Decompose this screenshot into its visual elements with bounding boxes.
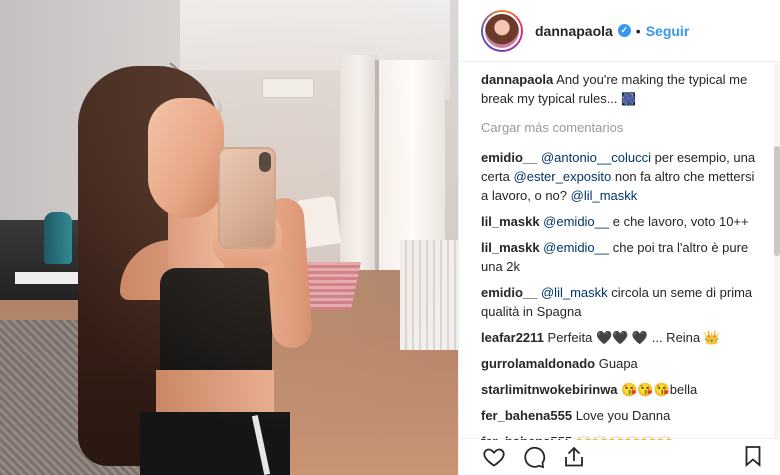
comment-rows: emidio__ @antonio__colucci per esempio, … [481,148,761,440]
comment-username[interactable]: emidio__ [481,285,537,300]
comment-row: fer_bahena555 Love you Danna [481,406,761,425]
comment-row: emidio__ @lil_maskk circola un seme di p… [481,283,761,321]
header-username[interactable]: dannapaola [535,23,613,39]
verified-badge-icon: ✓ [617,24,631,37]
post-caption: dannapaola And you're making the typical… [481,70,761,109]
comment-username[interactable]: lil_maskk [481,214,540,229]
share-icon[interactable] [561,444,587,470]
avatar-story-ring[interactable] [481,9,523,52]
mention-link[interactable]: @lil_maskk [541,285,608,300]
bookmark-icon[interactable] [741,444,767,470]
mention-link[interactable]: @emidio__ [543,240,609,255]
caption-emoji: 🎆 [621,92,637,106]
post-photo[interactable] [0,0,458,475]
comment-row: lil_maskk @emidio__ che poi tra l'altro … [481,238,761,276]
comment-username[interactable]: leafar2211 [481,330,544,345]
comment-text: Guapa [598,356,638,371]
comment-row: starlimitnwokebirinwa 😘😘😘bella [481,380,761,399]
scrollbar-thumb[interactable] [774,146,780,256]
comment-row: gurrolamaldonado Guapa [481,354,761,373]
post-actions-bar [459,438,780,475]
comments-list[interactable]: dannapaola And you're making the typical… [459,70,775,440]
comment-username[interactable]: emidio__ [481,150,537,165]
post-sidebar: dannapaola ✓ • Seguir dannapaola And you… [458,0,780,475]
instagram-post: dannapaola ✓ • Seguir dannapaola And you… [0,0,780,475]
post-header: dannapaola ✓ • Seguir [459,0,780,62]
comment-row: leafar2211 Perfeita 🖤🖤 🖤 ... Reina 👑 [481,328,761,347]
heart-icon[interactable] [481,444,507,470]
load-more-comments-button[interactable]: Cargar más comentarios [481,120,761,135]
comments-scrollbar[interactable] [774,62,780,438]
follow-button[interactable]: Seguir [646,23,690,39]
comment-username[interactable]: gurrolamaldonado [481,356,595,371]
comment-username[interactable]: fer_bahena555 [481,408,572,423]
comment-text: Love you Danna [575,408,671,423]
comment-icon[interactable] [521,444,547,470]
mention-link[interactable]: @emidio__ [543,214,609,229]
photo-light-overlay [0,0,458,475]
mention-link[interactable]: @lil_maskk [571,188,638,203]
mention-link[interactable]: @ester_exposito [514,169,612,184]
caption-username[interactable]: dannapaola [481,72,553,87]
comment-row: lil_maskk @emidio__ e che lavoro, voto 1… [481,212,761,231]
comment-username[interactable]: lil_maskk [481,240,540,255]
avatar[interactable] [483,11,521,50]
comment-text: Perfeita 🖤🖤 🖤 ... Reina 👑 [547,330,720,345]
header-separator: • [635,22,641,39]
comment-text: e che lavoro, voto 10++ [609,214,749,229]
comment-row: emidio__ @antonio__colucci per esempio, … [481,148,761,205]
mention-link[interactable]: @antonio__colucci [541,150,651,165]
comment-username[interactable]: starlimitnwokebirinwa [481,382,618,397]
comment-text: 😘😘😘bella [621,382,698,397]
